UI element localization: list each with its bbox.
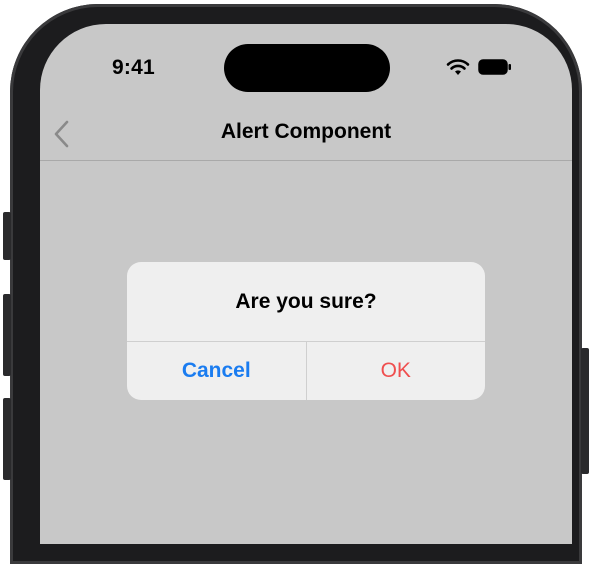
page-title: Alert Component xyxy=(220,120,392,143)
cancel-button[interactable]: Cancel xyxy=(127,342,306,400)
volume-up-button xyxy=(3,294,11,376)
power-button xyxy=(581,348,589,474)
status-time: 9:41 xyxy=(112,56,155,79)
screen: 9:41 Alert Component Are you sure? Cance… xyxy=(40,24,572,544)
battery-icon xyxy=(478,59,511,75)
wifi-icon xyxy=(446,59,470,75)
dynamic-island xyxy=(224,44,390,92)
ok-button[interactable]: OK xyxy=(305,342,486,400)
volume-down-button xyxy=(3,398,11,480)
alert-title: Are you sure? xyxy=(127,262,485,342)
action-button xyxy=(3,212,11,260)
status-icons xyxy=(446,58,512,76)
phone-frame: 9:41 Alert Component Are you sure? Cance… xyxy=(3,4,589,564)
alert-dialog: Are you sure? Cancel OK xyxy=(127,262,485,400)
navigation-bar: Alert Component xyxy=(40,108,572,161)
alert-actions: Cancel OK xyxy=(127,342,485,400)
